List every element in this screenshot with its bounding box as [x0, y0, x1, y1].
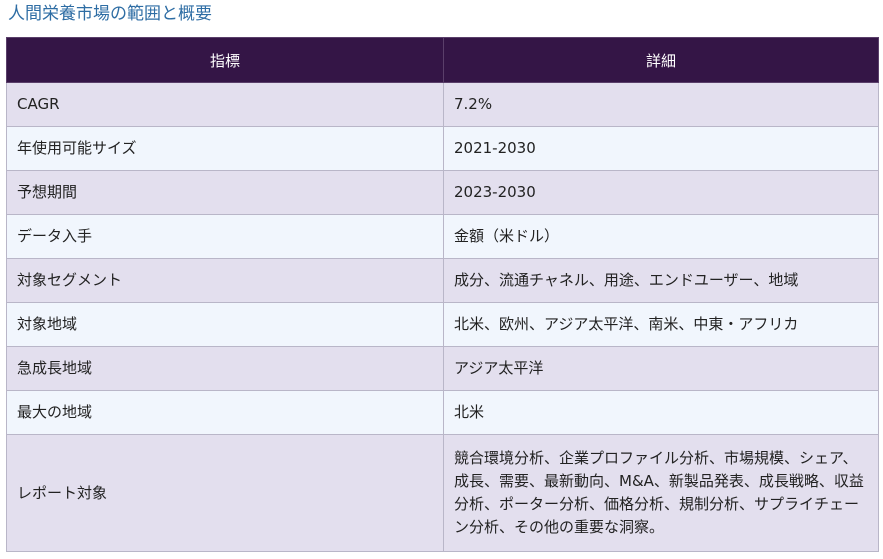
detail-cell: 2021-2030 — [443, 126, 879, 171]
table-row: データ入手 金額（米ドル） — [6, 214, 879, 259]
table-row: 対象セグメント 成分、流通チャネル、用途、エンドユーザー、地域 — [6, 258, 879, 303]
detail-cell: 7.2% — [443, 82, 879, 127]
metric-cell: 急成長地域 — [6, 346, 444, 391]
table-row: 対象地域 北米、欧州、アジア太平洋、南米、中東・アフリカ — [6, 302, 879, 347]
metric-cell: データ入手 — [6, 214, 444, 259]
metric-cell: 対象地域 — [6, 302, 444, 347]
metric-cell: 最大の地域 — [6, 390, 444, 435]
table-row: 予想期間 2023-2030 — [6, 170, 879, 215]
detail-cell: 2023-2030 — [443, 170, 879, 215]
metric-cell: CAGR — [6, 82, 444, 127]
metric-cell: 対象セグメント — [6, 258, 444, 303]
header-detail: 詳細 — [443, 37, 879, 83]
table-row: 年使用可能サイズ 2021-2030 — [6, 126, 879, 171]
table-row: CAGR 7.2% — [6, 82, 879, 127]
metric-cell: レポート対象 — [6, 434, 444, 552]
scope-table: 指標 詳細 CAGR 7.2% 年使用可能サイズ 2021-2030 予想期間 … — [6, 37, 879, 552]
table-header-row: 指標 詳細 — [6, 37, 879, 83]
table-row: レポート対象 競合環境分析、企業プロファイル分析、市場規模、シェア、成長、需要、… — [6, 434, 879, 552]
table-row: 最大の地域 北米 — [6, 390, 879, 435]
detail-cell: アジア太平洋 — [443, 346, 879, 391]
detail-cell: 金額（米ドル） — [443, 214, 879, 259]
metric-cell: 年使用可能サイズ — [6, 126, 444, 171]
page-title: 人間栄養市場の範囲と概要 — [8, 4, 212, 24]
table-row: 急成長地域 アジア太平洋 — [6, 346, 879, 391]
metric-cell: 予想期間 — [6, 170, 444, 215]
detail-cell: 成分、流通チャネル、用途、エンドユーザー、地域 — [443, 258, 879, 303]
detail-cell: 競合環境分析、企業プロファイル分析、市場規模、シェア、成長、需要、最新動向、M&… — [443, 434, 879, 552]
header-metric: 指標 — [6, 37, 444, 83]
detail-cell: 北米、欧州、アジア太平洋、南米、中東・アフリカ — [443, 302, 879, 347]
detail-cell: 北米 — [443, 390, 879, 435]
